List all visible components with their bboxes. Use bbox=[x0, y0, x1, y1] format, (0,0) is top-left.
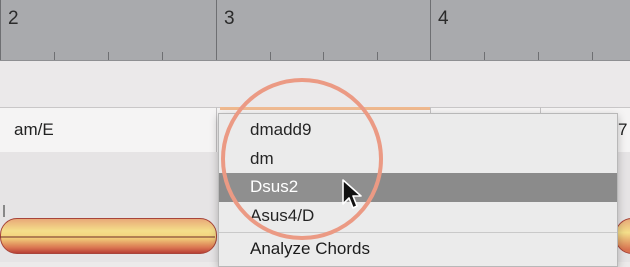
menu-item-dsus2[interactable]: Dsus2 bbox=[219, 173, 617, 202]
chord-label[interactable]: am/E bbox=[14, 120, 54, 140]
menu-item-label: Analyze Chords bbox=[250, 239, 371, 258]
menu-item-asus4-d[interactable]: Asus4/D bbox=[219, 202, 617, 231]
beat-tick bbox=[108, 52, 109, 60]
menu-item-dmadd9[interactable]: dmadd9 bbox=[219, 116, 617, 145]
beat-tick bbox=[162, 52, 163, 60]
beat-tick bbox=[54, 52, 55, 60]
menu-item-analyze-chords[interactable]: Analyze Chords bbox=[219, 235, 617, 264]
beat-tick bbox=[270, 52, 271, 60]
bar-line bbox=[216, 0, 217, 60]
menu-item-label: Dsus2 bbox=[250, 177, 299, 196]
chord-label-partial[interactable]: 7 bbox=[618, 120, 627, 140]
timeline-ruler[interactable]: 2 3 4 bbox=[0, 0, 630, 61]
menu-item-label: dmadd9 bbox=[250, 120, 312, 139]
menu-item-dm[interactable]: dm bbox=[219, 145, 617, 174]
bar-line bbox=[430, 0, 431, 60]
bar-number: 3 bbox=[224, 8, 235, 29]
chord-separator bbox=[216, 107, 217, 152]
beat-tick bbox=[484, 52, 485, 60]
beat-tick bbox=[377, 52, 378, 60]
bar-number: 4 bbox=[438, 8, 449, 29]
menu-item-label: Asus4/D bbox=[250, 206, 315, 225]
chord-context-menu[interactable]: dmadd9 dm Dsus2 Asus4/D Analyze Chords bbox=[218, 113, 618, 267]
empty-track-lane bbox=[0, 61, 630, 107]
menu-separator bbox=[219, 232, 617, 233]
bar-line bbox=[0, 0, 1, 60]
selected-chord-segment bbox=[220, 107, 430, 110]
beat-tick bbox=[592, 52, 593, 60]
lane-marker bbox=[3, 205, 5, 217]
arrow-pointer-icon bbox=[342, 179, 362, 209]
beat-tick bbox=[323, 52, 324, 60]
bar-number: 2 bbox=[8, 8, 19, 29]
menu-item-label: dm bbox=[250, 149, 274, 168]
beat-tick bbox=[538, 52, 539, 60]
pitch-curve bbox=[0, 236, 215, 238]
